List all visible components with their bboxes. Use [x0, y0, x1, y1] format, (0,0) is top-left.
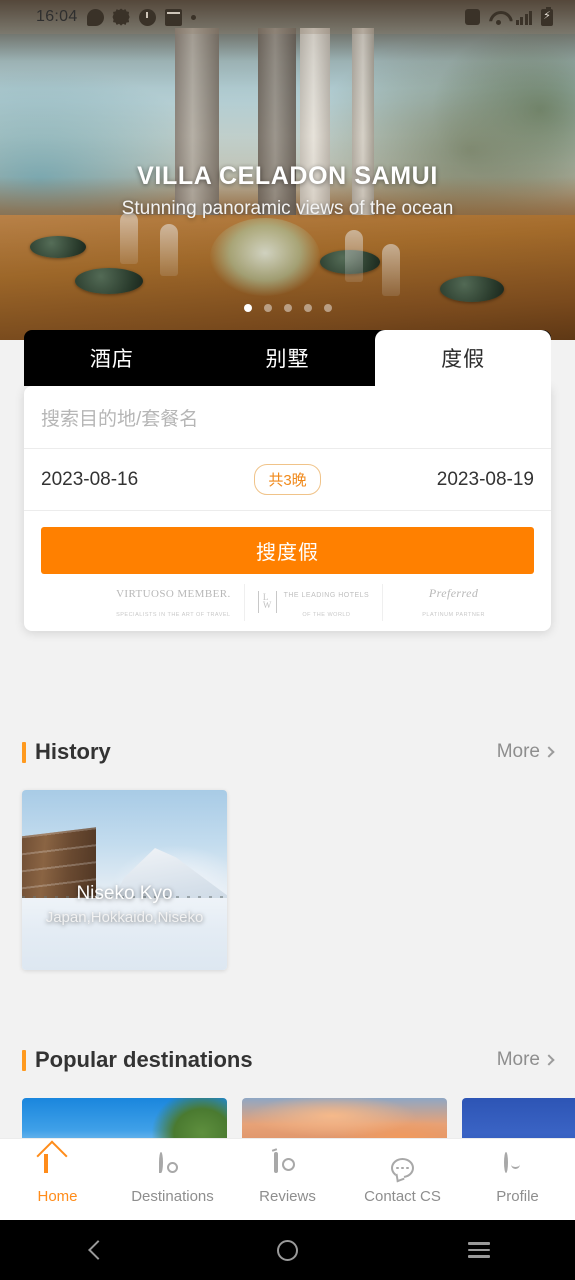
tab-hotel[interactable]: 酒店 [24, 330, 200, 386]
check-out-date[interactable]: 2023-08-19 [437, 469, 534, 491]
partner-tagline: PLATINUM PARTNER [422, 611, 485, 618]
shell-icon [90, 591, 110, 615]
search-submit-button[interactable]: 搜度假 [41, 527, 534, 574]
popular-more-label: More [496, 1049, 540, 1070]
nav-label: Profile [496, 1188, 539, 1205]
vibrate-icon [464, 9, 480, 25]
history-section-header: History More [0, 730, 575, 774]
android-back-button[interactable] [0, 1240, 192, 1260]
popular-section-header: Popular destinations More [0, 1038, 575, 1082]
map-pin-icon [158, 1152, 187, 1182]
history-more-link[interactable]: More [496, 741, 555, 763]
hero-subtitle: Stunning panoramic views of the ocean [121, 198, 454, 219]
android-home-button[interactable] [192, 1239, 384, 1261]
nav-item-destinations[interactable]: Destinations [115, 1152, 230, 1205]
chat-icon [86, 8, 104, 26]
gear-icon [112, 8, 130, 26]
hero-dot[interactable] [243, 304, 252, 312]
search-panel: 酒店 别墅 度假 搜索目的地/套餐名 2023-08-16 共3晚 2023-0… [24, 330, 552, 631]
status-bar-right [464, 6, 575, 26]
lhw-icon: LW [257, 590, 278, 615]
tab-villa[interactable]: 别墅 [200, 330, 376, 386]
chat-bubble-icon [389, 1154, 417, 1182]
section-accent-bar [22, 741, 26, 763]
bottom-navigation: Home Destinations Reviews Contact CS Pro… [0, 1138, 575, 1220]
popular-more-link[interactable]: More [496, 1049, 555, 1071]
home-icon [43, 1154, 72, 1182]
nav-item-contact-cs[interactable]: Contact CS [345, 1154, 460, 1205]
search-date-row: 2023-08-16 共3晚 2023-08-19 [24, 449, 551, 511]
partner-name: VIRTUOSO MEMBER. [116, 588, 231, 601]
chevron-right-icon [543, 746, 555, 758]
tab-vacation[interactable]: 度假 [375, 330, 552, 386]
history-card-name: Niseko Kyo [76, 883, 173, 904]
status-bar: 16:04 [0, 0, 575, 34]
nav-item-reviews[interactable]: Reviews [230, 1152, 345, 1205]
dot-icon [190, 14, 196, 20]
nav-item-profile[interactable]: Profile [460, 1152, 575, 1205]
partner-preferred: Preferred PLATINUM PARTNER [382, 584, 498, 621]
status-bar-clock: 16:04 [36, 8, 78, 25]
hero-banner[interactable]: VILLA CELADON SAMUI Stunning panoramic v… [0, 0, 575, 340]
search-button-wrap: 搜度假 [24, 511, 551, 574]
status-bar-left: 16:04 [0, 8, 196, 26]
history-title: History [35, 739, 111, 764]
partner-tagline: OF THE WORLD [302, 611, 351, 618]
menu-icon [468, 1242, 491, 1258]
nav-label: Destinations [131, 1188, 214, 1205]
history-card-location: Japan,Hokkaido,Niseko [45, 909, 204, 926]
nights-badge: 共3晚 [254, 464, 321, 495]
chevron-right-icon [543, 1054, 555, 1066]
search-destination-input[interactable]: 搜索目的地/套餐名 [24, 386, 551, 449]
partner-tagline: SPECIALISTS IN THE ART OF TRAVEL [116, 611, 231, 618]
history-more-label: More [496, 741, 540, 762]
check-in-date[interactable]: 2023-08-16 [41, 469, 138, 491]
hero-title: VILLA CELADON SAMUI [137, 162, 438, 190]
partner-logos: VIRTUOSO MEMBER. SPECIALISTS IN THE ART … [24, 574, 551, 631]
nav-item-home[interactable]: Home [0, 1154, 115, 1205]
section-accent-bar [22, 1049, 26, 1071]
hero-dot[interactable] [323, 304, 332, 312]
nav-label: Contact CS [364, 1188, 441, 1205]
tree-icon [396, 591, 416, 615]
camera-icon [273, 1152, 302, 1182]
android-recents-button[interactable] [383, 1242, 575, 1258]
home-circle-icon [277, 1239, 298, 1261]
search-form-card: 搜索目的地/套餐名 2023-08-16 共3晚 2023-08-19 搜度假 … [24, 386, 551, 631]
wifi-icon [489, 10, 507, 25]
hero-dot[interactable] [303, 304, 312, 312]
hero-pagination-dots[interactable] [0, 304, 575, 312]
mail-icon [164, 8, 182, 26]
history-card-niseko-kyo[interactable]: Niseko Kyo Japan,Hokkaido,Niseko [22, 790, 227, 970]
android-navigation-bar [0, 1220, 575, 1280]
nav-label: Home [37, 1188, 78, 1205]
hero-dot[interactable] [283, 304, 292, 312]
clock-icon [138, 8, 156, 26]
partner-virtuoso: VIRTUOSO MEMBER. SPECIALISTS IN THE ART … [77, 584, 244, 621]
partner-name: THE LEADING HOTELS [283, 592, 370, 600]
search-tabs: 酒店 别墅 度假 [24, 330, 552, 386]
nav-label: Reviews [259, 1188, 316, 1205]
smiley-face-icon [503, 1152, 532, 1182]
partner-name: Preferred [428, 586, 479, 601]
battery-charging-icon [541, 6, 553, 26]
popular-title: Popular destinations [35, 1047, 253, 1072]
back-icon [88, 1240, 109, 1260]
partner-leading-hotels: LW THE LEADING HOTELS OF THE WORLD [243, 584, 383, 621]
hero-dot[interactable] [263, 304, 272, 312]
signal-icon [515, 10, 532, 25]
